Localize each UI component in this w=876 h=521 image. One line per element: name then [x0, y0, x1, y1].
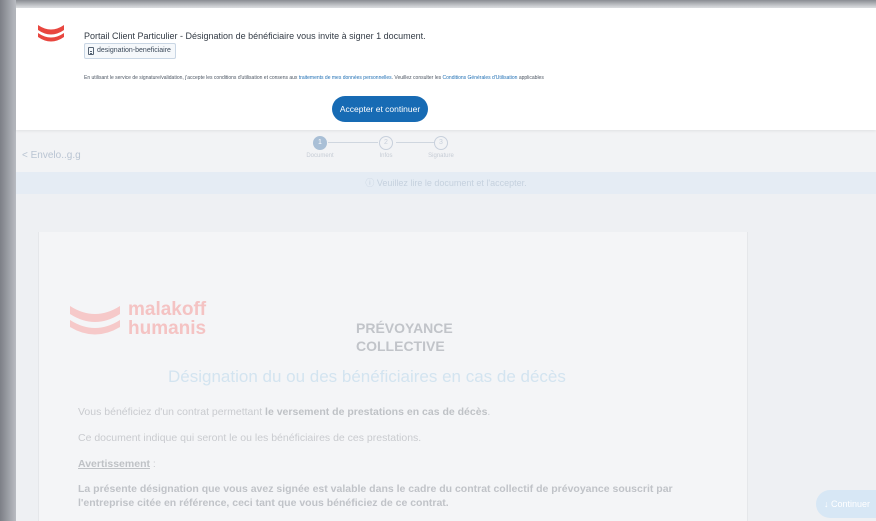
signing-page: < Envelo..g.g 1 Document 2 Infos 3 Signa…: [16, 130, 876, 521]
terms-part: applicables: [518, 75, 544, 81]
document-paragraph: Ce document indique qui seront le ou les…: [78, 432, 422, 444]
paragraph-bold: le versement de prestations en cas de dé…: [265, 406, 488, 418]
document-paragraph: Vous bénéficiez d'un contrat permettant …: [78, 406, 490, 418]
document-name: designation-beneficiaire: [97, 47, 171, 54]
step-number: 3: [434, 136, 448, 150]
document-header: PRÉVOYANCE COLLECTIVE: [356, 319, 453, 355]
continue-button[interactable]: ↓ Continuer: [816, 490, 876, 518]
step-label: Document: [306, 153, 334, 159]
terms-part: En utilisant le service de signature/val…: [84, 75, 298, 81]
personal-data-link[interactable]: traitements de mes données personnelles: [299, 75, 392, 81]
document-title: Désignation du ou des bénéficiaires en c…: [168, 367, 566, 386]
malakoff-humanis-logo: malakoff humanis: [68, 300, 238, 344]
step-label: Infos: [379, 153, 393, 159]
accept-and-continue-button[interactable]: Accepter et continuer: [332, 96, 428, 122]
logo-word-1: malakoff: [128, 299, 207, 320]
terms-part: . Veuillez consulter les: [391, 75, 442, 81]
document-chip[interactable]: designation-beneficiaire: [84, 43, 176, 59]
step-signature: 3 Signature: [411, 136, 471, 159]
warning-suffix: :: [152, 458, 156, 470]
warning-heading-line: Avertissement :: [78, 458, 156, 470]
file-icon: [88, 47, 94, 55]
logo-word-2: humanis: [128, 318, 207, 339]
malakoff-humanis-logo-icon: [70, 306, 120, 335]
paragraph-text: .: [487, 406, 491, 418]
header-line-1: PRÉVOYANCE: [356, 320, 453, 336]
stepper-bar: < Envelo..g.g 1 Document 2 Infos 3 Signa…: [16, 130, 876, 173]
terms-of-use-link[interactable]: Conditions Générales d'Utilisation: [443, 75, 518, 81]
step-infos: 2 Infos: [356, 136, 416, 159]
read-document-notice: ⓘ Veuillez lire le document et l'accepte…: [16, 172, 876, 194]
step-number: 1: [313, 136, 327, 150]
header-line-2: COLLECTIVE: [356, 338, 445, 354]
terms-text: En utilisant le service de signature/val…: [84, 75, 544, 81]
warning-paragraph: La présente désignation que vous avez si…: [78, 483, 673, 509]
back-link[interactable]: < Envelo..g.g: [22, 150, 81, 161]
invitation-message: Portail Client Particulier - Désignation…: [84, 31, 426, 41]
step-document: 1 Document: [290, 136, 350, 159]
brand-logo-icon: [38, 25, 64, 42]
paragraph-text: Vous bénéficiez d'un contrat permettant: [78, 406, 263, 418]
screenshot-shadow-top: [0, 0, 876, 8]
warning-heading: Avertissement: [78, 458, 150, 470]
step-number: 2: [379, 136, 393, 150]
screenshot-shadow-left: [0, 0, 16, 521]
step-label: Signature: [428, 153, 454, 159]
consent-modal: Portail Client Particulier - Désignation…: [16, 8, 876, 130]
